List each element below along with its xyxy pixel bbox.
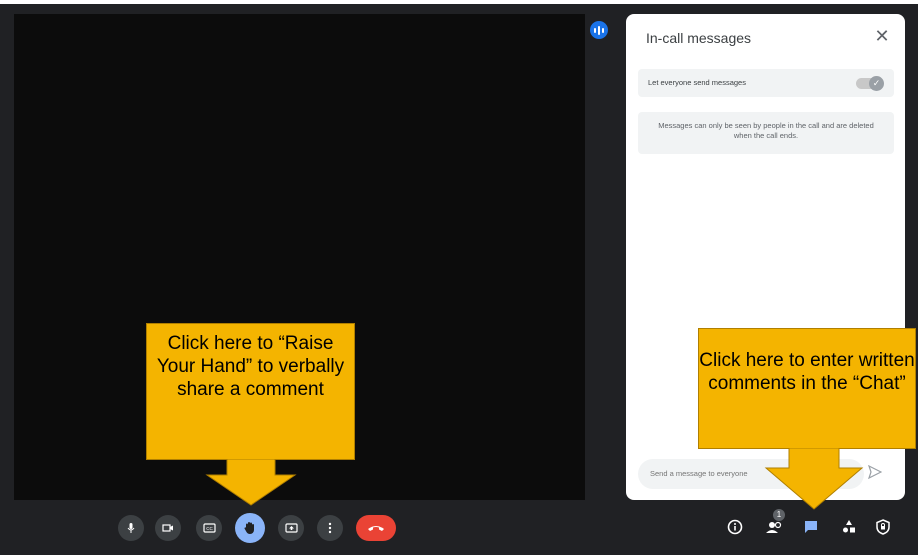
chat-icon	[805, 521, 817, 533]
chat-callout: Click here to enter written comments in …	[698, 328, 916, 449]
setting-label: Let everyone send messages	[648, 78, 746, 87]
people-icon	[766, 521, 782, 533]
raise-hand-icon	[244, 522, 254, 535]
end-call-button[interactable]	[356, 515, 396, 541]
speaking-indicator-icon	[590, 21, 608, 39]
chat-info-note: Messages can only be seen by people in t…	[638, 112, 894, 154]
end-call-icon	[368, 526, 384, 531]
host-controls-button[interactable]	[872, 516, 894, 538]
captions-icon: CC	[202, 523, 216, 533]
present-button[interactable]	[278, 515, 304, 541]
host-controls-icon	[876, 519, 890, 535]
meeting-details-button[interactable]	[724, 516, 746, 538]
send-icon[interactable]	[866, 464, 884, 483]
mic-button[interactable]	[118, 515, 144, 541]
chat-button[interactable]	[800, 516, 822, 538]
participants-count-badge: 1	[773, 509, 785, 521]
activities-icon	[843, 520, 855, 533]
info-icon	[727, 519, 743, 535]
raise-hand-callout: Click here to “Raise Your Hand” to verba…	[146, 323, 355, 460]
top-strip	[0, 0, 918, 4]
send-messages-toggle[interactable]: ✓	[856, 76, 884, 91]
chat-panel-title: In-call messages	[646, 30, 752, 46]
message-permission-setting: Let everyone send messages ✓	[638, 69, 894, 97]
raise-hand-arrow	[205, 459, 297, 506]
raise-hand-button[interactable]	[235, 513, 265, 543]
activities-button[interactable]	[838, 516, 860, 538]
present-icon	[284, 523, 298, 533]
camera-button[interactable]	[155, 515, 181, 541]
more-options-button[interactable]	[317, 515, 343, 541]
check-icon: ✓	[869, 76, 884, 91]
chat-arrow	[764, 448, 864, 510]
close-icon[interactable]: ✕	[872, 26, 892, 46]
camera-icon	[162, 524, 173, 532]
svg-text:CC: CC	[206, 526, 213, 531]
mic-icon	[127, 523, 135, 533]
captions-button[interactable]: CC	[196, 515, 222, 541]
more-options-icon	[328, 522, 332, 534]
